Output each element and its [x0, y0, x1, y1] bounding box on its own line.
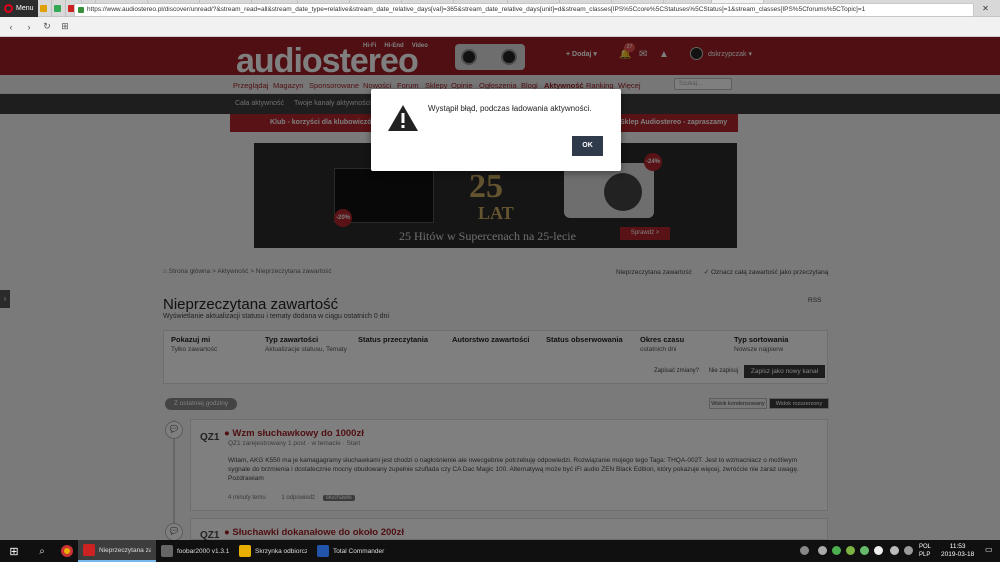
taskbar-app[interactable]: Total Commander (...	[312, 540, 390, 562]
network-icon[interactable]	[874, 546, 883, 555]
taskbar-app-label: Skrzynka odbiorcza...	[255, 547, 307, 555]
clock-time: 11:53	[949, 543, 966, 550]
tray-icon[interactable]	[904, 546, 913, 555]
app-icon	[83, 544, 95, 556]
secure-lock-icon	[78, 7, 84, 13]
app-icon	[161, 545, 173, 557]
warning-triangle-icon	[388, 105, 418, 131]
tray-icon[interactable]	[818, 546, 827, 555]
taskbar-app-label: Nieprzeczytana zaw...	[99, 546, 151, 554]
error-message: Wystąpił błąd, podczas ładowania aktywno…	[428, 104, 592, 113]
input-language[interactable]: POL PLP	[919, 543, 931, 559]
windows-start-icon[interactable]: ⊞	[0, 540, 28, 562]
url-text: https://www.audiostereo.pl/discover/unre…	[87, 6, 866, 13]
address-toolbar: ‹ › ↻ ⊞	[0, 17, 1000, 37]
opera-menu-button[interactable]: Menu	[0, 0, 38, 17]
clock[interactable]: 11:53 2019-03-18	[941, 543, 974, 559]
browser-tab[interactable]	[52, 0, 66, 17]
tray-icon[interactable]	[860, 546, 869, 555]
browser-tab[interactable]	[38, 0, 52, 17]
taskbar-app[interactable]: Nieprzeczytana zaw...	[78, 540, 156, 562]
clock-date: 2019-03-18	[941, 551, 975, 558]
forward-icon[interactable]: ›	[24, 22, 34, 32]
app-icon	[317, 545, 329, 557]
taskbar-app[interactable]: Skrzynka odbiorcza...	[234, 540, 312, 562]
tab-favicon-icon	[40, 4, 47, 12]
close-window-icon[interactable]: ✕	[972, 0, 999, 17]
tab-favicon-icon	[54, 4, 61, 12]
volume-icon[interactable]	[890, 546, 899, 555]
tray-icon[interactable]	[832, 546, 841, 555]
reload-icon[interactable]: ↻	[42, 21, 52, 32]
tray-icon[interactable]	[846, 546, 855, 555]
taskbar-app-label: foobar2000 v1.3.17	[177, 547, 229, 555]
notification-center-icon[interactable]: ▭	[985, 545, 995, 557]
taskbar-app[interactable]: foobar2000 v1.3.17	[156, 540, 234, 562]
chrome-icon[interactable]	[56, 540, 78, 562]
opera-logo-icon	[4, 3, 13, 13]
app-icon	[239, 545, 251, 557]
taskbar-app-label: Total Commander (...	[333, 547, 385, 555]
search-icon[interactable]: ⌕	[28, 540, 56, 562]
menu-label: Menu	[16, 4, 34, 12]
speed-dial-icon[interactable]: ⊞	[60, 21, 70, 32]
people-icon[interactable]	[800, 546, 809, 555]
back-icon[interactable]: ‹	[6, 22, 16, 32]
ok-button[interactable]: OK	[572, 136, 603, 156]
url-field[interactable]: https://www.audiostereo.pl/discover/unre…	[74, 3, 974, 17]
